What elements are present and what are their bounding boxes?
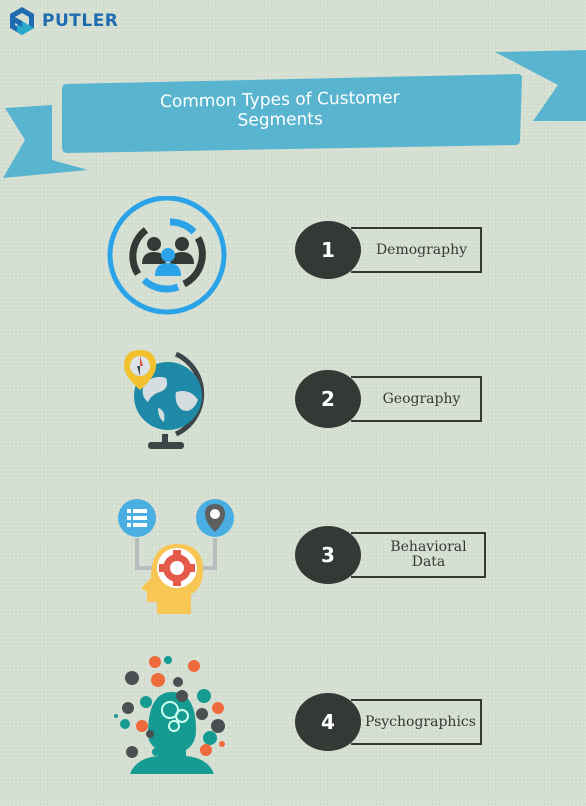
- demography-users-icon: [106, 195, 230, 321]
- segment-label: Psychographics: [351, 699, 482, 745]
- putler-logo-icon: [10, 7, 34, 35]
- segment-row-demography[interactable]: 1 Demography: [295, 221, 490, 281]
- segment-number: 1: [295, 221, 361, 279]
- brand-name: PUTLER: [42, 11, 119, 31]
- segment-row-geography[interactable]: 2 Geography: [295, 370, 490, 430]
- segment-row-psychographics[interactable]: 4 Psychographics: [295, 693, 490, 753]
- segment-number: 2: [295, 370, 361, 428]
- page-title: Common Types of Customer Segments: [159, 87, 400, 131]
- segment-label: Geography: [351, 376, 482, 422]
- segment-row-behavioral-data[interactable]: 3 Behavioral Data: [295, 526, 490, 586]
- head-social-icons-icon: [110, 652, 230, 781]
- globe-compass-icon: [118, 348, 218, 457]
- segment-number: 3: [295, 526, 361, 584]
- segment-label: Behavioral Data: [351, 532, 486, 578]
- segment-label: Demography: [351, 227, 482, 273]
- putler-logo[interactable]: PUTLER: [8, 6, 118, 36]
- head-gear-icon: [115, 496, 239, 621]
- segment-number: 4: [295, 693, 361, 751]
